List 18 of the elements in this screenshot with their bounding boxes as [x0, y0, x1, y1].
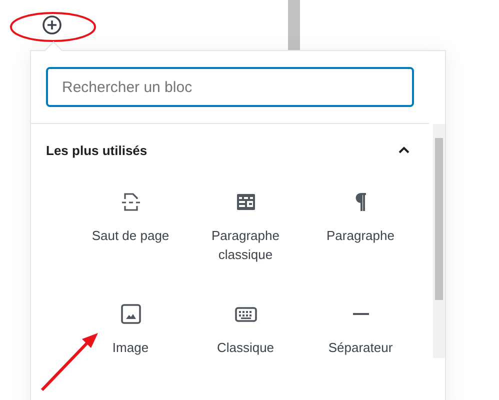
block-item[interactable]: Saut de page — [73, 182, 188, 278]
scrollbar-thumb[interactable] — [435, 138, 443, 300]
block-item[interactable]: Séparateur — [303, 294, 418, 390]
pilcrow-icon — [354, 192, 368, 212]
page-break-icon — [120, 191, 140, 213]
add-block-icon[interactable] — [42, 15, 62, 35]
minus-icon — [352, 313, 368, 315]
block-item[interactable]: Classique — [188, 294, 303, 390]
search-field[interactable]: Rechercher un bloc — [46, 67, 414, 107]
block-item[interactable]: Paragraphe classique — [188, 182, 303, 278]
block-item[interactable]: Image — [73, 294, 188, 390]
keyboard-icon — [234, 306, 256, 322]
table-layout-icon — [236, 194, 254, 210]
scrollbar[interactable] — [433, 124, 445, 358]
image-icon — [120, 304, 140, 324]
block-item[interactable]: Paragraphe — [303, 182, 418, 278]
vertical-bar — [288, 0, 300, 50]
section-title: Les plus utilisés — [46, 142, 148, 158]
